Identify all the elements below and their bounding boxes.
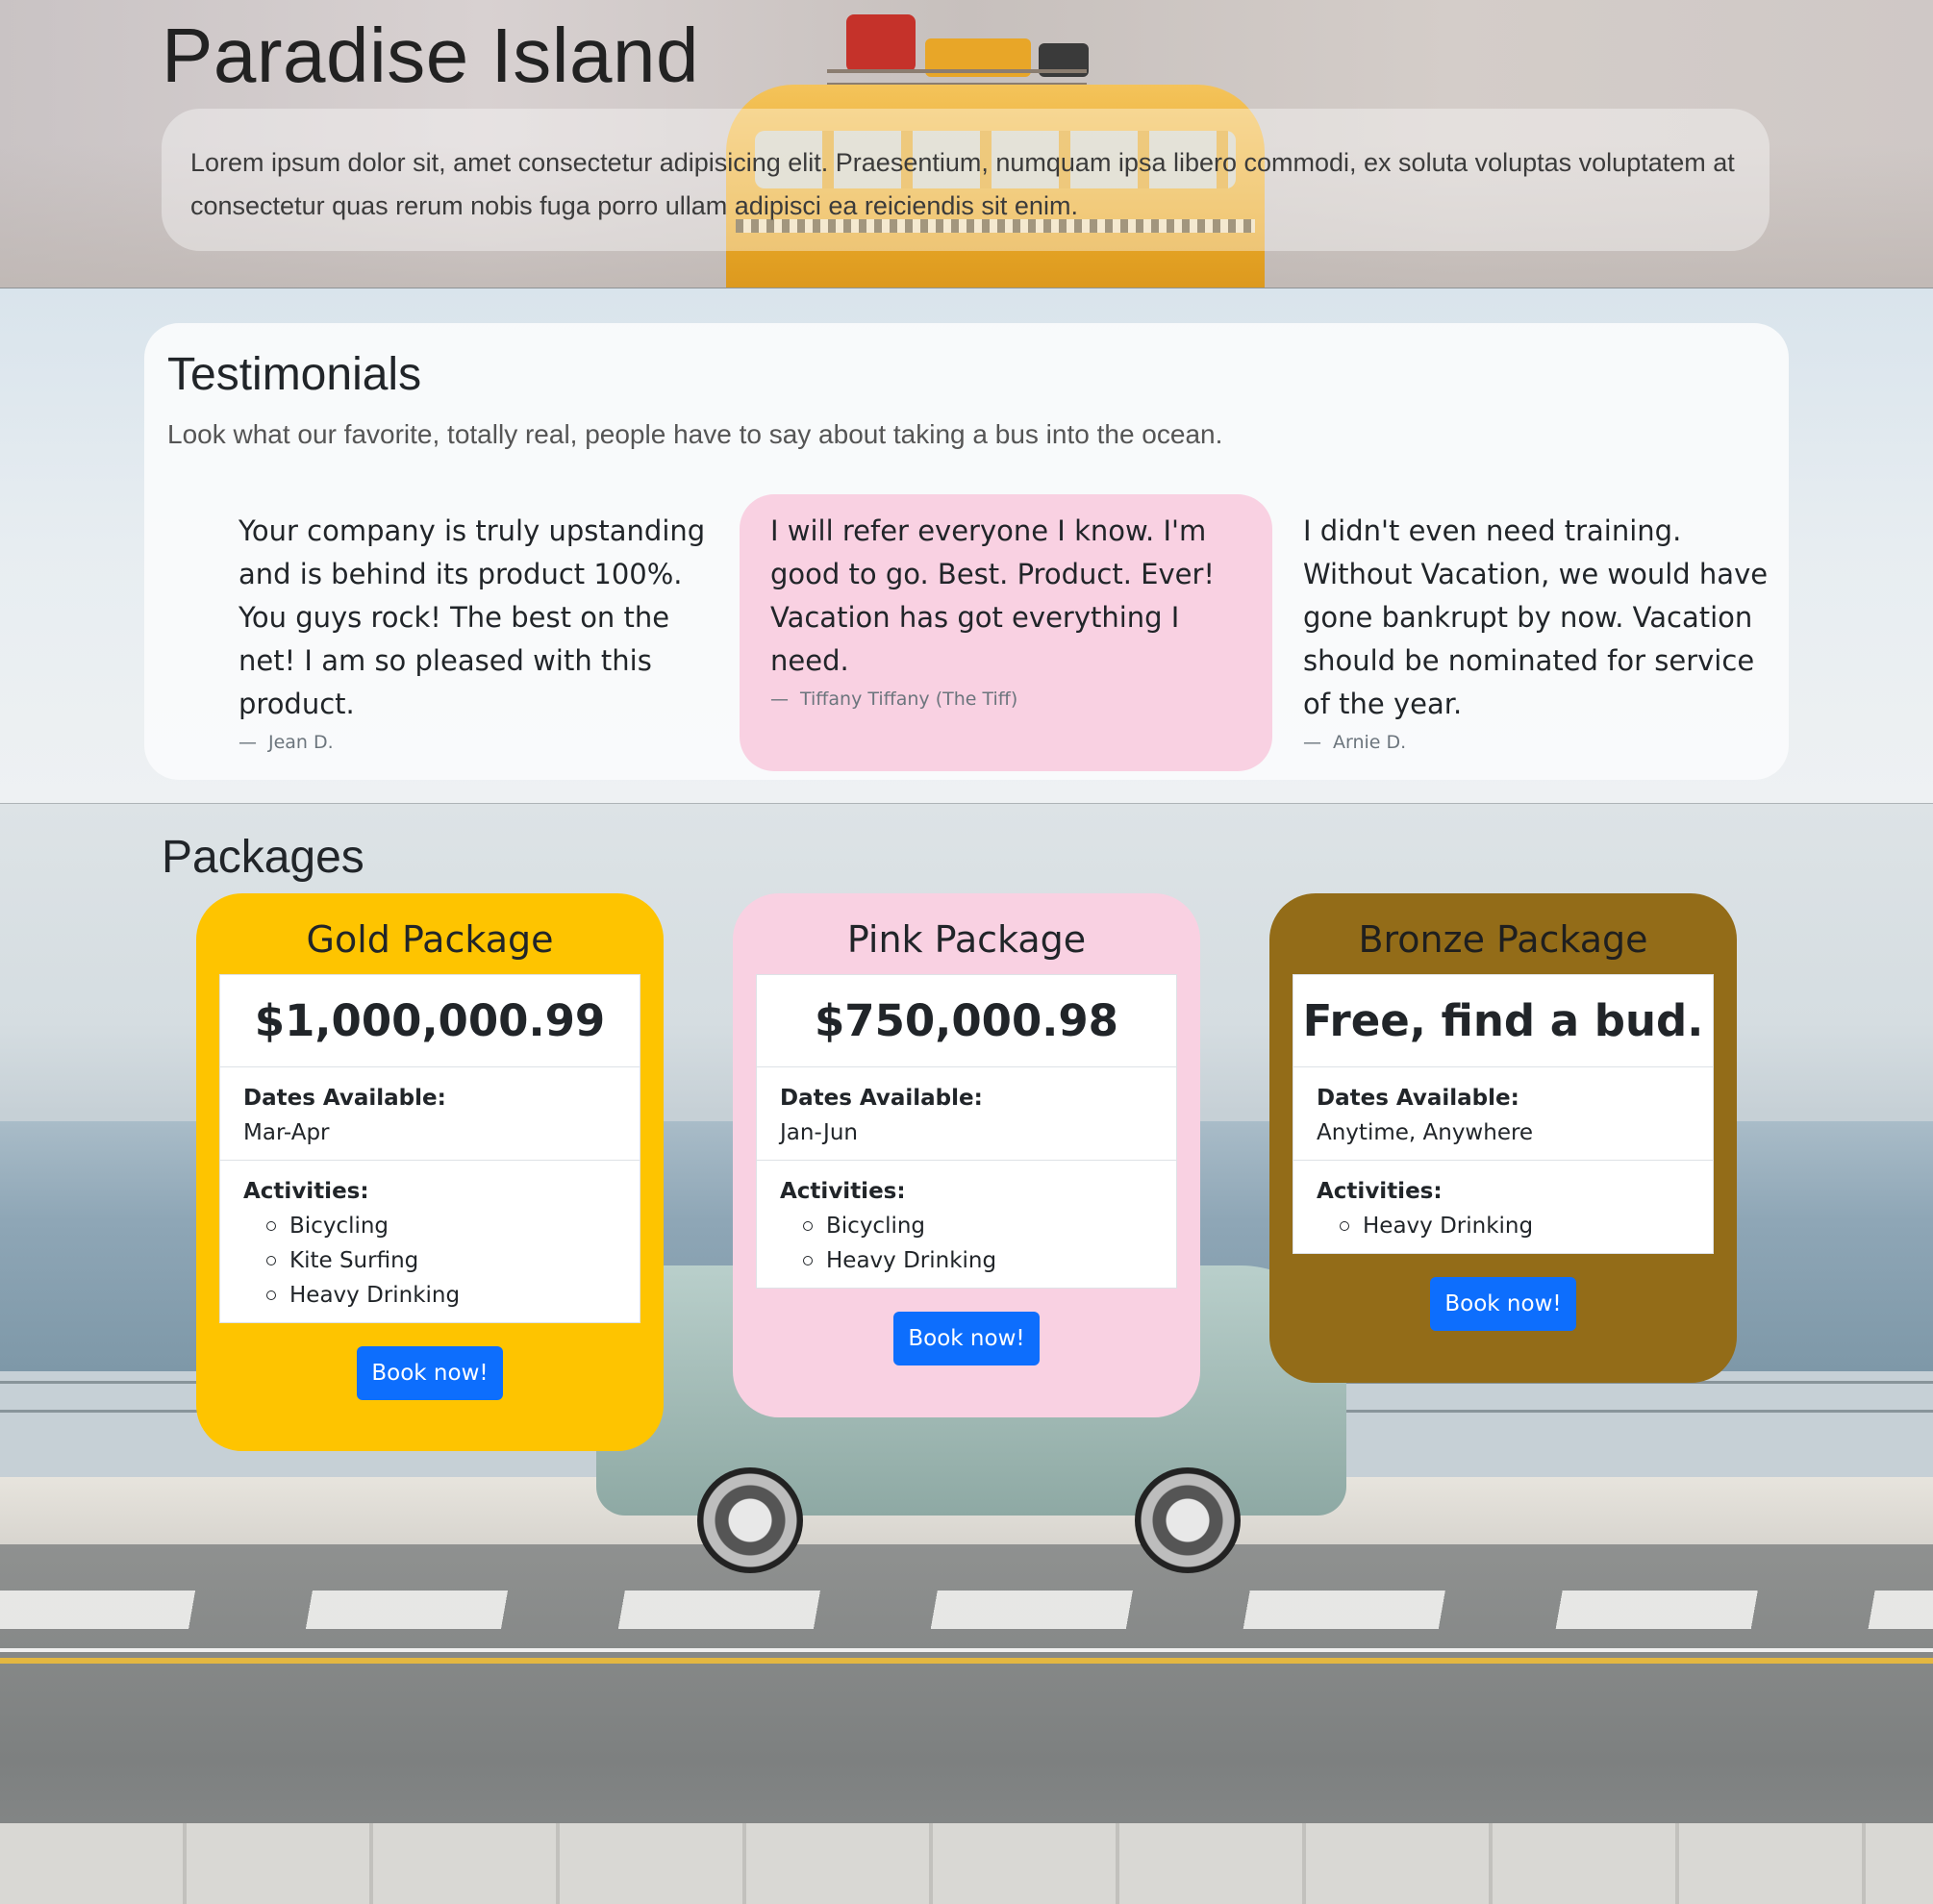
package-price: $1,000,000.99 [220,975,640,1067]
testimonial-author: — Tiffany Tiffany (The Tiff) [770,687,1242,712]
package-name: Gold Package [306,918,554,961]
quote-dash: — [238,732,257,753]
package-card-gold: Gold Package $1,000,000.99 Dates Availab… [196,893,664,1451]
dates-value: Anytime, Anywhere [1317,1120,1534,1145]
quote-dash: — [770,689,789,710]
testimonials-subtitle: Look what our favorite, totally real, pe… [167,419,1223,449]
activities-label: Activities: [243,1179,369,1204]
activities-list: Bicycling Kite Surfing Heavy Drinking [243,1209,616,1313]
testimonials-heading: Testimonials [167,349,422,400]
testimonial-text: I will refer everyone I know. I'm good t… [770,514,1216,677]
testimonial-author-name: Arnie D. [1333,732,1407,753]
package-dates: Dates Available: Mar-Apr [220,1067,640,1160]
testimonial-quote: Your company is truly upstanding and is … [208,494,741,771]
activity-item: Bicycling [803,1209,1153,1243]
activities-list: Heavy Drinking [1317,1209,1690,1243]
package-name: Pink Package [846,918,1087,961]
hero-lead-text: Lorem ipsum dolor sit, amet consectetur … [162,109,1770,251]
package-dates: Dates Available: Anytime, Anywhere [1293,1067,1713,1160]
package-details: Free, find a bud. Dates Available: Anyti… [1293,974,1714,1254]
book-now-button-gold[interactable]: Book now! [357,1346,503,1400]
testimonial-author: — Arnie D. [1303,730,1774,755]
background-road-line [0,1648,1933,1652]
package-price: $750,000.98 [757,975,1176,1067]
book-now-button-pink[interactable]: Book now! [893,1312,1040,1365]
background-crosswalk [0,1591,1933,1629]
package-activities: Activities: Bicycling Heavy Drinking [757,1160,1176,1288]
hero-suitcase-image [846,14,916,72]
testimonial-author-name: Tiffany Tiffany (The Tiff) [800,689,1018,710]
activities-label: Activities: [780,1179,906,1204]
testimonial-text: Your company is truly upstanding and is … [238,514,706,720]
background-curb [0,1823,1933,1904]
package-details: $1,000,000.99 Dates Available: Mar-Apr A… [219,974,640,1323]
book-now-button-bronze[interactable]: Book now! [1430,1277,1576,1331]
dates-value: Jan-Jun [780,1120,858,1145]
activity-item: Kite Surfing [266,1243,616,1278]
activity-item: Heavy Drinking [1340,1209,1690,1243]
activities-list: Bicycling Heavy Drinking [780,1209,1153,1278]
package-dates: Dates Available: Jan-Jun [757,1067,1176,1160]
dates-label: Dates Available: [243,1086,446,1111]
package-activities: Activities: Bicycling Kite Surfing Heavy… [220,1160,640,1322]
quote-dash: — [1303,732,1321,753]
activity-item: Heavy Drinking [803,1243,1153,1278]
package-activities: Activities: Heavy Drinking [1293,1160,1713,1253]
testimonial-author-name: Jean D. [268,732,334,753]
van-wheel-image [697,1467,803,1573]
package-name: Bronze Package [1358,918,1648,961]
dates-label: Dates Available: [1317,1086,1519,1111]
page-title: Paradise Island [162,13,699,98]
testimonial-text: I didn't even need training. Without Vac… [1303,514,1769,720]
activity-item: Heavy Drinking [266,1278,616,1313]
activity-item: Bicycling [266,1209,616,1243]
package-price: Free, find a bud. [1293,975,1713,1067]
package-card-bronze: Bronze Package Free, find a bud. Dates A… [1269,893,1737,1383]
testimonial-quote-highlighted: I will refer everyone I know. I'm good t… [740,494,1272,771]
package-details: $750,000.98 Dates Available: Jan-Jun Act… [756,974,1177,1289]
dates-value: Mar-Apr [243,1120,330,1145]
activities-label: Activities: [1317,1179,1443,1204]
background-road-line [0,1658,1933,1664]
testimonial-author: — Jean D. [238,730,710,755]
van-wheel-image [1135,1467,1241,1573]
packages-heading: Packages [162,832,364,883]
testimonial-quote: I didn't even need training. Without Vac… [1272,494,1805,771]
package-card-pink: Pink Package $750,000.98 Dates Available… [733,893,1200,1417]
dates-label: Dates Available: [780,1086,983,1111]
